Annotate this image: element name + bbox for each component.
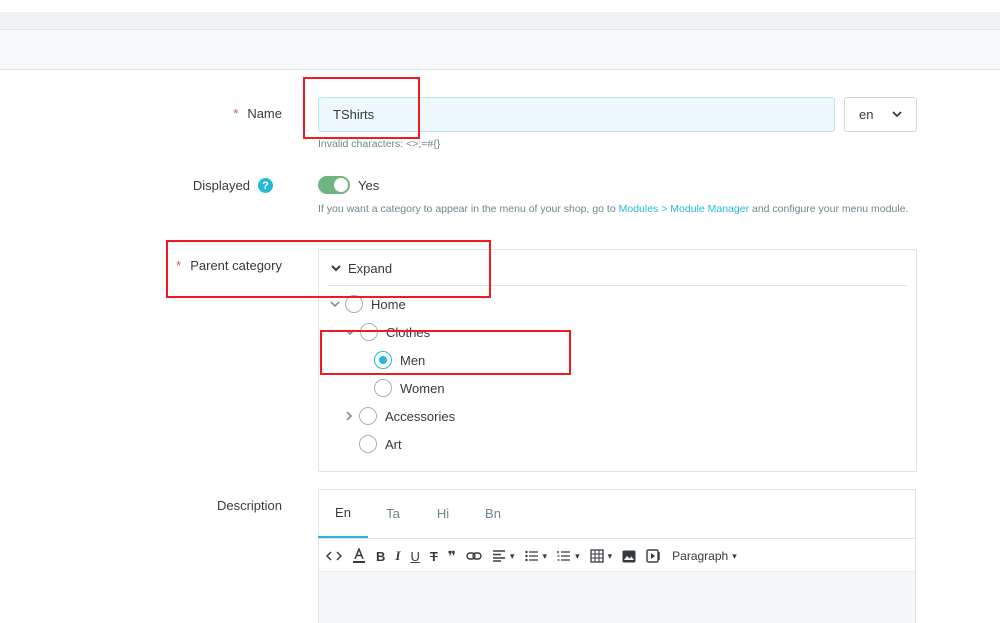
displayed-toggle[interactable]	[318, 176, 350, 194]
language-select[interactable]: en	[844, 97, 917, 132]
highlight-name	[303, 77, 420, 139]
header-strip	[0, 12, 1000, 30]
code-icon[interactable]	[326, 545, 342, 567]
toggle-label: Yes	[358, 178, 380, 193]
chevron-right-icon[interactable]	[343, 410, 355, 422]
toggle-knob	[334, 178, 348, 192]
radio-women[interactable]	[374, 379, 392, 397]
editor-toolbar: B I U T ❞ Paragraph	[326, 545, 747, 567]
tab-bn[interactable]: Bn	[468, 489, 518, 538]
strikethrough-icon[interactable]: T	[430, 545, 438, 567]
tree-item-art[interactable]: Art	[359, 434, 402, 454]
tree-item-accessories[interactable]: Accessories	[359, 406, 455, 426]
description-text-area[interactable]	[319, 572, 915, 623]
text-color-icon[interactable]	[352, 545, 366, 567]
paragraph-format-select[interactable]: Paragraph	[672, 545, 737, 567]
blockquote-icon[interactable]: ❞	[448, 545, 456, 567]
video-icon[interactable]	[646, 545, 662, 567]
link-icon[interactable]	[466, 545, 482, 567]
radio-accessories[interactable]	[359, 407, 377, 425]
name-label: * Name	[233, 106, 282, 121]
radio-art[interactable]	[359, 435, 377, 453]
description-label: Description	[216, 498, 282, 513]
displayed-helper-text: If you want a category to appear in the …	[318, 203, 909, 215]
chevron-down-icon	[892, 111, 902, 118]
required-mark: *	[233, 106, 239, 121]
toolbar-bar	[0, 30, 1000, 70]
bullet-list-icon[interactable]	[524, 545, 548, 567]
name-helper-text: Invalid characters: <>;=#{}	[318, 138, 441, 150]
displayed-label: Displayed	[192, 178, 250, 193]
language-tabs: En Ta Hi Bn	[318, 489, 518, 539]
align-icon[interactable]	[492, 545, 515, 567]
underline-icon[interactable]: U	[410, 545, 419, 567]
question-circle-icon[interactable]: ?	[258, 178, 273, 193]
language-value: en	[859, 107, 874, 122]
chevron-down-icon[interactable]	[329, 298, 341, 310]
tab-hi[interactable]: Hi	[418, 489, 468, 538]
bold-icon[interactable]: B	[376, 545, 385, 567]
highlight-parent-category	[166, 240, 491, 298]
tab-en[interactable]: En	[318, 489, 368, 538]
numbered-list-icon[interactable]	[557, 545, 580, 567]
table-icon[interactable]	[589, 545, 613, 567]
tab-divider	[318, 538, 916, 539]
highlight-men	[320, 330, 571, 375]
italic-icon[interactable]: I	[395, 545, 400, 567]
image-icon[interactable]	[622, 545, 636, 567]
tree-item-women[interactable]: Women	[374, 378, 445, 398]
tab-ta[interactable]: Ta	[368, 489, 418, 538]
module-manager-link[interactable]: Modules > Module Manager	[619, 203, 749, 215]
